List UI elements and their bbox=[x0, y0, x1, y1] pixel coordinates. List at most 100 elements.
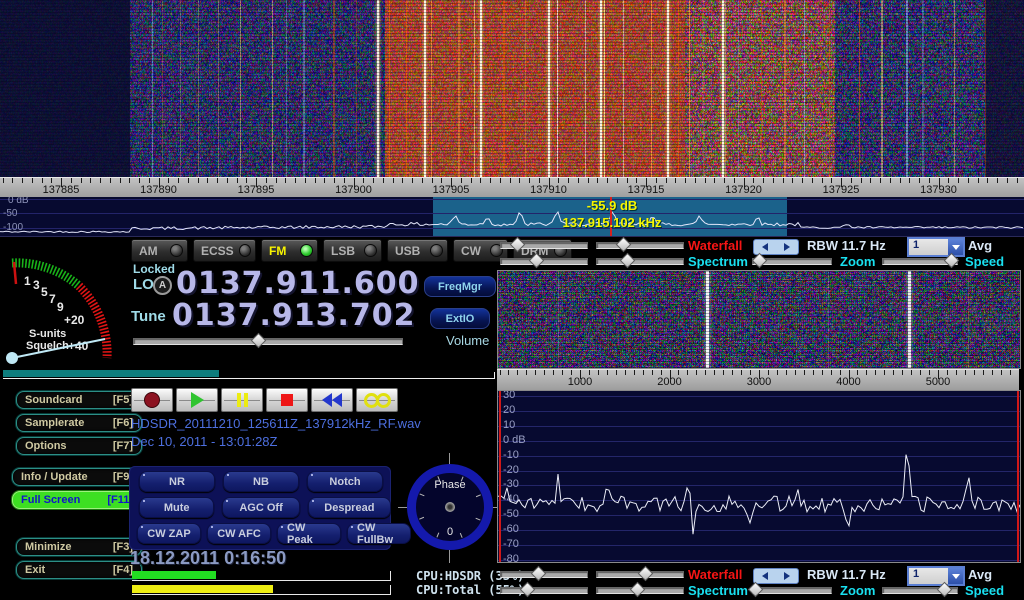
main-spectrum-display[interactable]: 0 dB -50 -100 -55.9 dB 137.915.102 kHz bbox=[0, 197, 1024, 237]
ruler-tick bbox=[625, 370, 626, 375]
slider-thumb[interactable] bbox=[620, 253, 636, 269]
options-button[interactable]: Options[F7] bbox=[16, 437, 142, 455]
ruler-tick bbox=[678, 370, 679, 375]
spectrum-range-slider-bottom[interactable] bbox=[596, 583, 684, 594]
mode-ecss-button[interactable]: ECSS bbox=[193, 239, 256, 262]
spectrum-gain-slider-bottom[interactable] bbox=[500, 583, 588, 594]
waterfall-brightness-slider[interactable] bbox=[500, 238, 588, 249]
stop-button[interactable] bbox=[266, 388, 308, 412]
spin-right-icon[interactable] bbox=[784, 243, 790, 251]
agc-off-button[interactable]: AGC Off bbox=[222, 497, 299, 518]
cw-afc-button[interactable]: CW AFC bbox=[207, 523, 271, 544]
ruler-tick bbox=[344, 178, 345, 183]
slider-thumb[interactable] bbox=[531, 566, 547, 582]
freqmgr-button[interactable]: FreqMgr bbox=[424, 276, 496, 297]
ruler-tick bbox=[32, 178, 33, 183]
nr-button[interactable]: NR bbox=[139, 471, 215, 492]
phase-title: Phase bbox=[434, 479, 465, 491]
ruler-tick bbox=[714, 178, 715, 183]
speed-slider-top[interactable] bbox=[882, 254, 958, 265]
spectrum-gain-slider[interactable] bbox=[500, 254, 588, 265]
ruler-tick bbox=[526, 370, 527, 375]
info-update-button[interactable]: Info / Update[F9] bbox=[12, 468, 142, 486]
ruler-tick bbox=[217, 178, 218, 183]
waterfall-brightness-slider-bottom[interactable] bbox=[500, 567, 588, 578]
mode-usb-button[interactable]: USB bbox=[387, 239, 448, 262]
ruler-tick bbox=[110, 178, 111, 183]
main-frequency-ruler[interactable]: 1378851378901378951379001379051379101379… bbox=[0, 177, 1024, 199]
notch-button[interactable]: Notch bbox=[307, 471, 383, 492]
spin-left-icon[interactable] bbox=[762, 572, 768, 580]
spectrum-range-slider[interactable] bbox=[596, 254, 684, 265]
lo-frequency-display[interactable]: 0137.911.600 bbox=[176, 266, 420, 301]
volume-slider[interactable] bbox=[133, 334, 403, 345]
cw-peak-button[interactable]: CW Peak bbox=[277, 523, 341, 544]
rf-frequency-ruler[interactable]: 10002000300040005000 bbox=[497, 369, 1019, 391]
nb-button[interactable]: NB bbox=[223, 471, 299, 492]
dropdown-arrow-icon[interactable] bbox=[948, 568, 963, 584]
loop-button[interactable] bbox=[356, 388, 398, 412]
playback-progress-bar[interactable] bbox=[3, 370, 495, 379]
mode-lsb-button[interactable]: LSB bbox=[323, 239, 382, 262]
zoom-slider-top[interactable] bbox=[752, 254, 832, 265]
slider-thumb[interactable] bbox=[747, 582, 763, 598]
ruler-tick bbox=[207, 178, 208, 183]
pause-button[interactable] bbox=[221, 388, 263, 412]
extio-button[interactable]: ExtIO bbox=[430, 308, 490, 329]
slider-thumb[interactable] bbox=[529, 253, 545, 269]
slider-thumb[interactable] bbox=[616, 237, 632, 253]
ruler-tick bbox=[627, 178, 628, 183]
ruler-tick bbox=[529, 178, 530, 183]
mode-am-button[interactable]: AM bbox=[131, 239, 188, 262]
slider-thumb[interactable] bbox=[638, 566, 654, 582]
record-icon bbox=[144, 392, 160, 408]
s-meter-gauge[interactable]: 1 3 5 7 9 +20 +40 S-units Squelch bbox=[2, 240, 128, 370]
record-button[interactable] bbox=[131, 388, 173, 412]
waterfall-contrast-slider-bottom[interactable] bbox=[596, 567, 684, 578]
ruler-tick bbox=[968, 178, 969, 183]
waterfall-contrast-slider[interactable] bbox=[596, 238, 684, 249]
mode-fm-button[interactable]: FM bbox=[261, 239, 318, 262]
mode-led bbox=[364, 244, 377, 257]
waterfall-shift-spinner-bottom[interactable] bbox=[753, 568, 799, 584]
samplerate-button[interactable]: Samplerate[F6] bbox=[16, 414, 142, 432]
despread-button[interactable]: Despread bbox=[308, 497, 391, 518]
rf-spectrum-display[interactable]: 3020100 dB-10-20-30-40-50-60-70-80 bbox=[497, 390, 1021, 563]
cw-fullbw-button[interactable]: CW FullBw bbox=[347, 523, 411, 544]
full-screen-button[interactable]: Full Screen[F11] bbox=[12, 491, 142, 509]
ruler-tick bbox=[168, 178, 169, 183]
ruler-tick bbox=[893, 370, 894, 375]
ruler-tick bbox=[539, 178, 540, 183]
mode-led bbox=[170, 244, 183, 257]
play-button[interactable] bbox=[176, 388, 218, 412]
slider-thumb[interactable] bbox=[630, 582, 646, 598]
ruler-tick bbox=[753, 178, 754, 183]
ruler-tick bbox=[786, 370, 787, 375]
slider-thumb[interactable] bbox=[944, 253, 960, 269]
tune-frequency-display[interactable]: 0137.913.702 bbox=[172, 298, 416, 333]
ruler-tick bbox=[900, 178, 901, 183]
slider-thumb[interactable] bbox=[937, 582, 953, 598]
cw-zap-button[interactable]: CW ZAP bbox=[137, 523, 201, 544]
ruler-tick bbox=[734, 178, 735, 183]
phase-indicator[interactable]: Phase 0 bbox=[407, 464, 493, 550]
lo-auto-badge[interactable]: A bbox=[153, 276, 172, 295]
spectrum-label-bottom: Spectrum bbox=[688, 583, 748, 598]
soundcard-button[interactable]: Soundcard[F5] bbox=[16, 391, 142, 409]
zoom-slider-bottom[interactable] bbox=[752, 583, 832, 594]
main-waterfall-display[interactable] bbox=[0, 0, 1024, 177]
spin-right-icon[interactable] bbox=[784, 572, 790, 580]
ruler-tick bbox=[1007, 178, 1008, 183]
rf-waterfall-display[interactable] bbox=[497, 270, 1021, 369]
slider-thumb[interactable] bbox=[751, 253, 767, 269]
ruler-tick bbox=[831, 370, 832, 375]
spin-left-icon[interactable] bbox=[762, 243, 768, 251]
speed-slider-bottom[interactable] bbox=[882, 583, 958, 594]
minimize-button[interactable]: Minimize[F3] bbox=[16, 538, 142, 556]
rewind-button[interactable] bbox=[311, 388, 353, 412]
mute-button[interactable]: Mute bbox=[139, 497, 214, 518]
exit-button[interactable]: Exit[F4] bbox=[16, 561, 142, 579]
ruler-tick bbox=[188, 178, 189, 183]
ruler-tick bbox=[1001, 370, 1002, 375]
ruler-tick bbox=[857, 370, 858, 375]
